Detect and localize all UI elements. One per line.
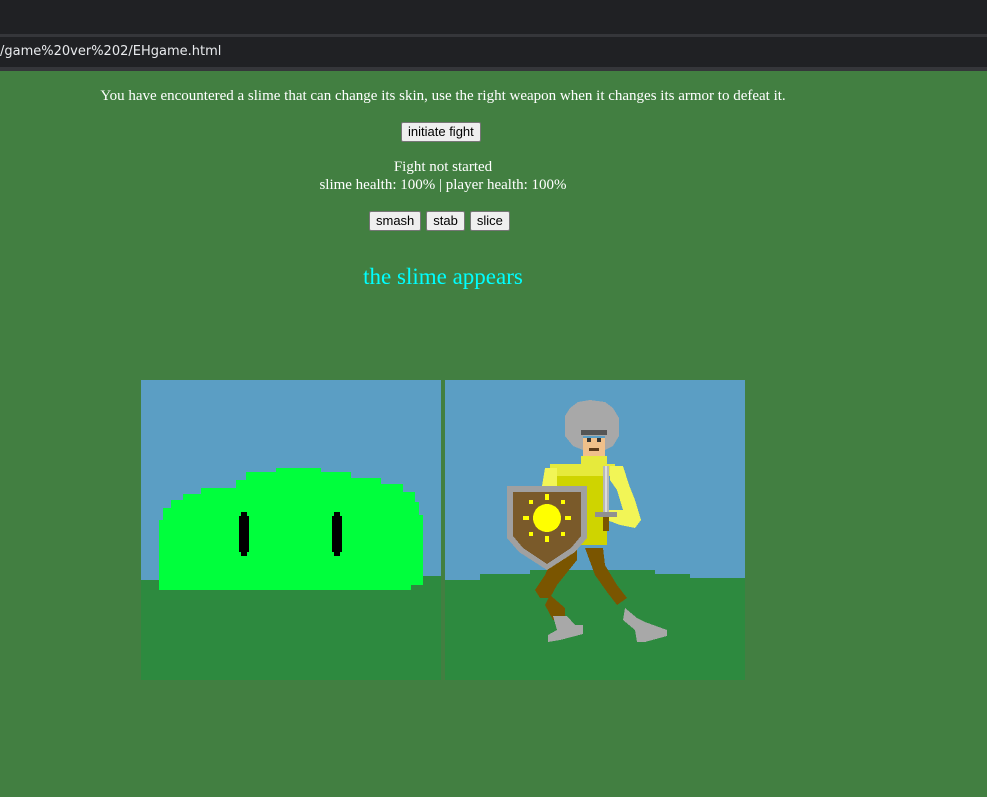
url-text[interactable]: /game%20ver%202/EHgame.html bbox=[0, 44, 221, 59]
stab-button[interactable]: stab bbox=[426, 211, 465, 231]
player-panel bbox=[445, 380, 745, 680]
fight-state-text: Fight not started bbox=[393, 159, 493, 175]
grass-ground bbox=[445, 570, 745, 680]
address-bar[interactable]: /game%20ver%202/EHgame.html bbox=[0, 37, 987, 71]
initiate-fight-button[interactable]: initiate fight bbox=[401, 122, 481, 142]
weapon-buttons: smash stab slice bbox=[369, 211, 510, 231]
smash-button[interactable]: smash bbox=[369, 211, 422, 231]
browser-tabstrip bbox=[0, 0, 987, 34]
fight-status: Fight not started slime health: 100% | p… bbox=[0, 158, 886, 194]
player-scene bbox=[445, 380, 745, 680]
slime-panel bbox=[141, 380, 441, 680]
battle-message: the slime appears bbox=[363, 264, 523, 289]
grass-ground bbox=[141, 576, 441, 680]
intro-text: You have encountered a slime that can ch… bbox=[100, 88, 786, 104]
slime-scene bbox=[141, 380, 441, 680]
slice-button[interactable]: slice bbox=[469, 211, 510, 231]
health-text: slime health: 100% | player health: 100% bbox=[319, 177, 567, 193]
